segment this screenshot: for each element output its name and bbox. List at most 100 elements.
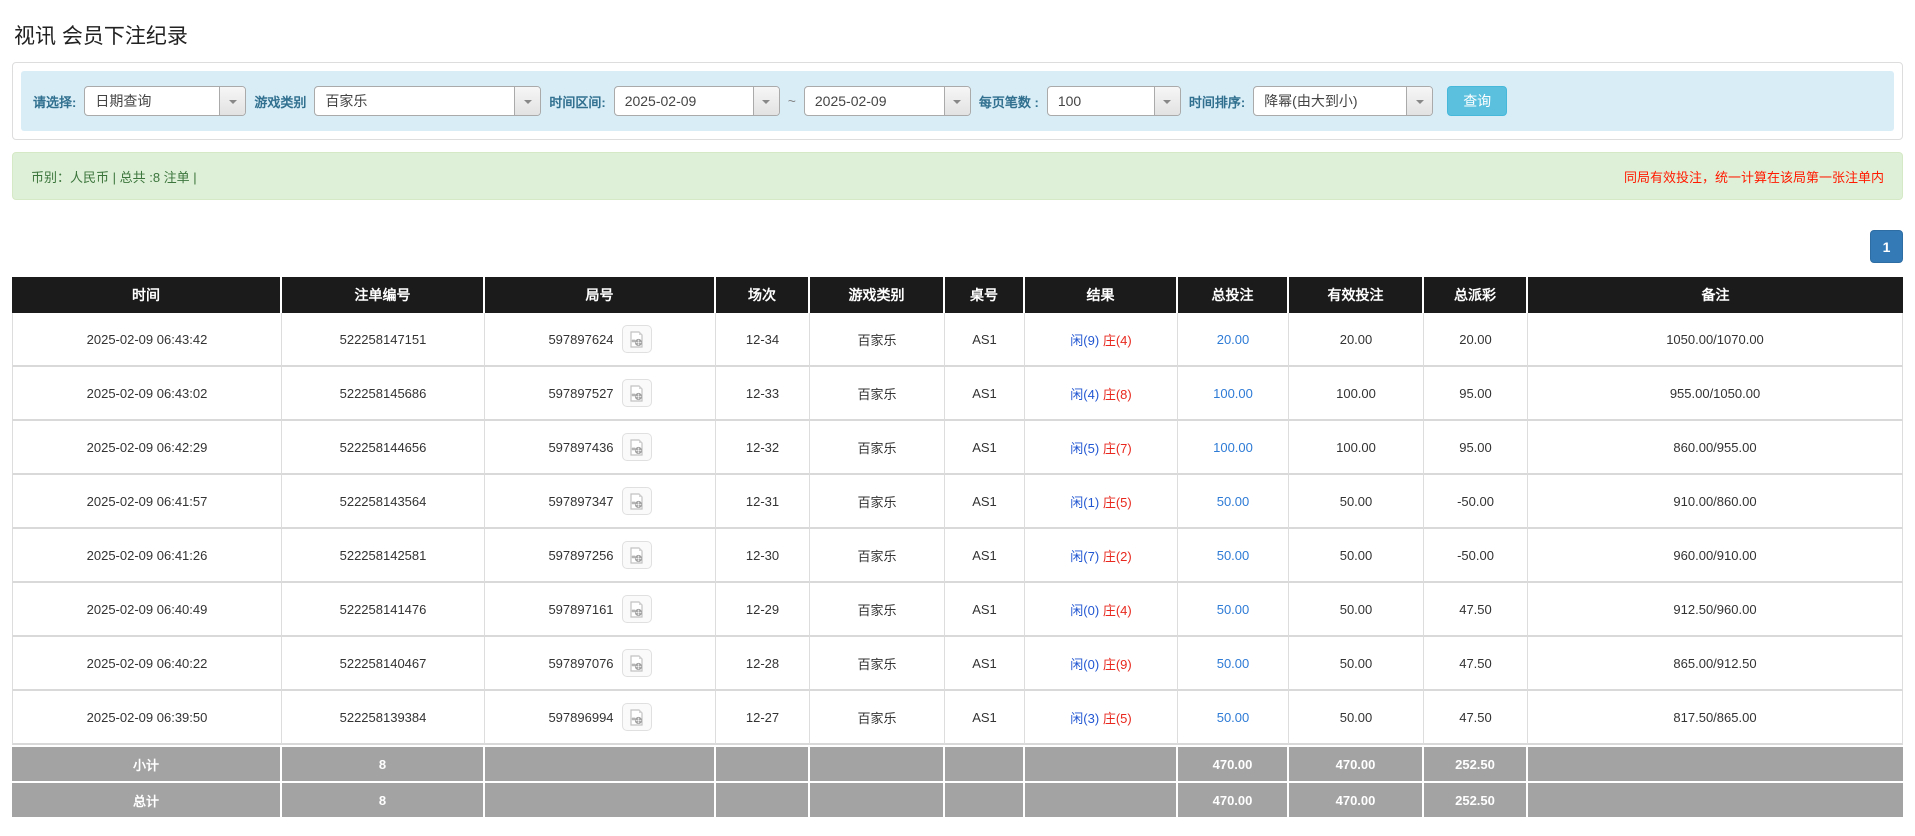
filter-bar: 请选择: 日期查询 游戏类别 百家乐 时间区间: 2025-02-09 ~ 20… (21, 71, 1894, 131)
cell-payout: 95.00 (1424, 367, 1528, 421)
total-bet-link[interactable]: 50.00 (1217, 710, 1250, 725)
cell-remark: 817.50/865.00 (1528, 691, 1903, 745)
page-1-button[interactable]: 1 (1870, 230, 1903, 263)
cell-remark: 910.00/860.00 (1528, 475, 1903, 529)
video-replay-button[interactable] (622, 487, 652, 515)
subtotal-row: 小计8470.00470.00252.50 (12, 745, 1903, 781)
column-header: 备注 (1528, 277, 1903, 313)
total-bet-link[interactable]: 50.00 (1217, 656, 1250, 671)
column-header: 桌号 (945, 277, 1025, 313)
summary-total-bet: 470.00 (1178, 781, 1289, 817)
cell-game-type: 百家乐 (810, 475, 945, 529)
cell-total-bet: 100.00 (1178, 421, 1289, 475)
summary-empty-cell (810, 745, 945, 781)
page-size-dropdown[interactable]: 100 (1047, 86, 1181, 116)
search-button[interactable]: 查询 (1447, 86, 1507, 116)
table-row: 2025-02-09 06:43:42 522258147151 5978976… (12, 313, 1903, 367)
result-banker: 庄(9) (1103, 657, 1132, 672)
cell-valid-bet: 50.00 (1289, 529, 1424, 583)
summary-empty-cell (810, 781, 945, 817)
summary-bar: 币别：人民币 | 总共 :8 注单 | 同局有效投注，统一计算在该局第一张注单内 (12, 152, 1903, 200)
table-row: 2025-02-09 06:41:26 522258142581 5978972… (12, 529, 1903, 583)
cell-time: 2025-02-09 06:43:42 (12, 313, 282, 367)
cell-bet-id: 522258141476 (282, 583, 485, 637)
cell-valid-bet: 50.00 (1289, 583, 1424, 637)
date-end-dropdown[interactable]: 2025-02-09 (804, 86, 971, 116)
result-banker: 庄(4) (1103, 333, 1132, 348)
query-type-dropdown[interactable]: 日期查询 (84, 86, 246, 116)
cell-round: 597897347 (485, 475, 716, 529)
summary-label: 总计 (12, 781, 282, 817)
date-start-dropdown[interactable]: 2025-02-09 (614, 86, 780, 116)
chevron-down-icon (944, 87, 970, 115)
video-replay-icon (628, 655, 645, 672)
video-replay-button[interactable] (622, 703, 652, 731)
cell-remark: 912.50/960.00 (1528, 583, 1903, 637)
video-replay-button[interactable] (622, 379, 652, 407)
cell-round: 597897076 (485, 637, 716, 691)
video-replay-button[interactable] (622, 541, 652, 569)
total-bet-link[interactable]: 20.00 (1217, 332, 1250, 347)
cell-table-number: AS1 (945, 367, 1025, 421)
result-player: 闲(9) (1070, 333, 1099, 348)
cell-table-number: AS1 (945, 691, 1025, 745)
summary-empty-cell (1528, 745, 1903, 781)
cell-time: 2025-02-09 06:40:49 (12, 583, 282, 637)
summary-valid-bet: 470.00 (1289, 745, 1424, 781)
bet-records-table: 时间注单编号局号场次游戏类别桌号结果总投注有效投注总派彩备注 2025-02-0… (12, 277, 1903, 817)
summary-empty-cell (1528, 781, 1903, 817)
cell-total-bet: 100.00 (1178, 367, 1289, 421)
cell-total-bet: 50.00 (1178, 583, 1289, 637)
video-replay-icon (628, 709, 645, 726)
cell-session: 12-28 (716, 637, 810, 691)
total-bet-link[interactable]: 50.00 (1217, 548, 1250, 563)
summary-payout: 252.50 (1424, 781, 1528, 817)
round-number: 597897076 (548, 656, 613, 671)
total-bet-link[interactable]: 100.00 (1213, 440, 1253, 455)
cell-total-bet: 50.00 (1178, 475, 1289, 529)
result-banker: 庄(5) (1103, 711, 1132, 726)
video-replay-button[interactable] (622, 595, 652, 623)
video-replay-icon (628, 385, 645, 402)
cell-table-number: AS1 (945, 637, 1025, 691)
date-range-label: 时间区间: (549, 92, 605, 111)
cell-game-type: 百家乐 (810, 691, 945, 745)
page-size-value: 100 (1048, 93, 1154, 109)
summary-empty-cell (716, 745, 810, 781)
cell-bet-id: 522258147151 (282, 313, 485, 367)
result-player: 闲(0) (1070, 603, 1099, 618)
cell-valid-bet: 50.00 (1289, 475, 1424, 529)
cell-result: 闲(4) 庄(8) (1025, 367, 1178, 421)
summary-total-bet: 470.00 (1178, 745, 1289, 781)
summary-empty-cell (945, 781, 1025, 817)
summary-empty-cell (1025, 745, 1178, 781)
summary-empty-cell (945, 745, 1025, 781)
summary-count: 8 (282, 781, 485, 817)
result-banker: 庄(2) (1103, 549, 1132, 564)
result-player: 闲(5) (1070, 441, 1099, 456)
cell-remark: 960.00/910.00 (1528, 529, 1903, 583)
video-replay-button[interactable] (622, 649, 652, 677)
cell-payout: -50.00 (1424, 475, 1528, 529)
result-banker: 庄(4) (1103, 603, 1132, 618)
time-sort-dropdown[interactable]: 降幂(由大到小) (1253, 86, 1433, 116)
total-bet-link[interactable]: 50.00 (1217, 494, 1250, 509)
video-replay-button[interactable] (622, 325, 652, 353)
cell-result: 闲(9) 庄(4) (1025, 313, 1178, 367)
total-bet-link[interactable]: 50.00 (1217, 602, 1250, 617)
result-banker: 庄(5) (1103, 495, 1132, 510)
game-type-dropdown[interactable]: 百家乐 (314, 86, 541, 116)
round-number: 597897256 (548, 548, 613, 563)
result-banker: 庄(7) (1103, 441, 1132, 456)
cell-game-type: 百家乐 (810, 367, 945, 421)
cell-round: 597897161 (485, 583, 716, 637)
cell-total-bet: 20.00 (1178, 313, 1289, 367)
cell-session: 12-34 (716, 313, 810, 367)
filter-panel: 请选择: 日期查询 游戏类别 百家乐 时间区间: 2025-02-09 ~ 20… (12, 62, 1903, 140)
cell-payout: 20.00 (1424, 313, 1528, 367)
total-bet-link[interactable]: 100.00 (1213, 386, 1253, 401)
cell-bet-id: 522258140467 (282, 637, 485, 691)
video-replay-button[interactable] (622, 433, 652, 461)
page-size-label: 每页笔数 : (979, 92, 1039, 111)
cell-time: 2025-02-09 06:42:29 (12, 421, 282, 475)
